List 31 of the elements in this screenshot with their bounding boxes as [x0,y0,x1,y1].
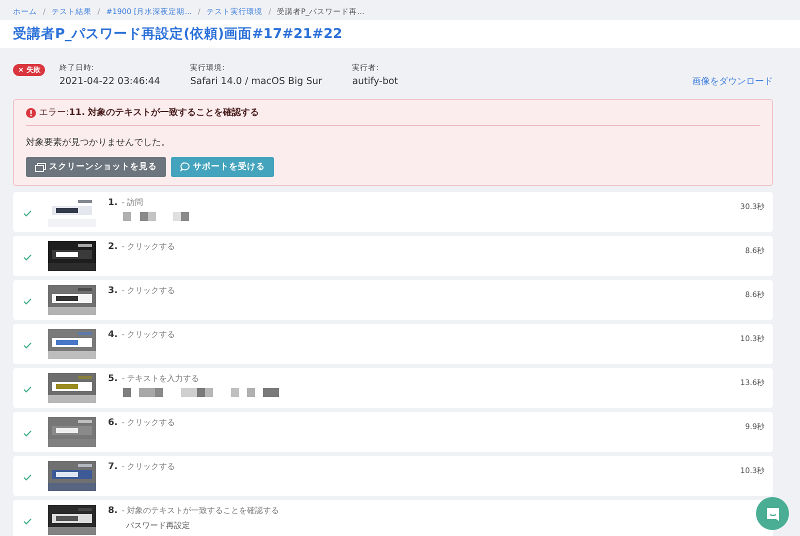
step-action: - 対象のテキストが一致することを確認する [122,505,280,516]
step-number: 8. [108,506,118,516]
step-number: 6. [108,418,118,428]
step-card[interactable]: 8. - 対象のテキストが一致することを確認する パスワード再設定 [13,500,773,536]
download-link[interactable]: 画像をダウンロード [692,75,773,88]
chat-button[interactable] [756,497,789,530]
error-message: 対象要素が見つかりませんでした。 [26,136,171,150]
step-action: - クリックする [122,461,176,472]
images-icon [35,162,46,172]
step-action: - クリックする [122,285,176,296]
step-number: 4. [108,330,118,340]
meta-value: 2021-04-22 03:46:44 [59,76,160,87]
step-number: 7. [108,462,118,472]
meta-value: Safari 14.0 / macOS Big Sur [190,76,322,87]
step-number: 5. [108,374,118,384]
page-title: 受講者P_パスワード再設定(依頼)画面#17#21#22 [13,25,344,43]
action-button[interactable]: スクリーンショットを見る [26,157,166,177]
meta-value: autify-bot [352,76,398,87]
step-number: 2. [108,242,118,252]
step-action: - テキストを入力する [122,373,200,384]
step-action: - クリックする [122,329,176,340]
speech-bubble-icon [180,162,190,172]
step-number: 1. [108,198,118,208]
step-action: - 訪問 [122,197,144,208]
step-action: - クリックする [122,241,176,252]
error-icon [26,108,36,118]
step-number: 3. [108,286,118,296]
step-action: - クリックする [122,417,176,428]
step-detail: パスワード再設定 [126,520,191,531]
chat-icon [764,506,780,522]
error-title: エラー:11. 対象のテキストが一致することを確認する [39,106,260,119]
